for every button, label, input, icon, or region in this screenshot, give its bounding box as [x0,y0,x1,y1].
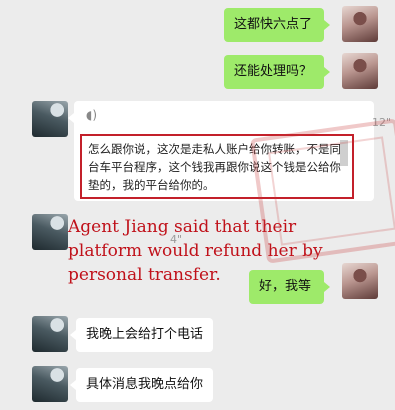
user-avatar[interactable] [342,53,378,89]
voice-wave-icon: ◖) [86,108,98,122]
outgoing-message[interactable]: 这都快六点了 [224,8,330,42]
contact-avatar[interactable] [32,316,68,352]
contact-avatar[interactable] [32,101,68,137]
contact-avatar[interactable] [32,366,68,402]
contact-avatar[interactable] [32,214,68,250]
chat-window: 这都快六点了 还能处理吗？ ◖) 12" 怎么跟你说，这次是走私人账户给你转账，… [0,0,395,410]
annotation-caption: Agent Jiang said that their platform wou… [68,217,323,285]
voice-transcript: 怎么跟你说，这次是走私人账户给你转账，不是同台车平台程序，这个钱我再跟你说这个钱… [80,134,354,199]
user-avatar[interactable] [342,6,378,42]
incoming-message[interactable]: 具体消息我晚点给你 [69,368,214,402]
voice-duration: 12" [372,116,392,129]
transcript-scrollbar[interactable] [340,140,348,166]
outgoing-message[interactable]: 还能处理吗？ [224,55,330,89]
incoming-message[interactable]: 我晚上会给打个电话 [69,318,214,352]
